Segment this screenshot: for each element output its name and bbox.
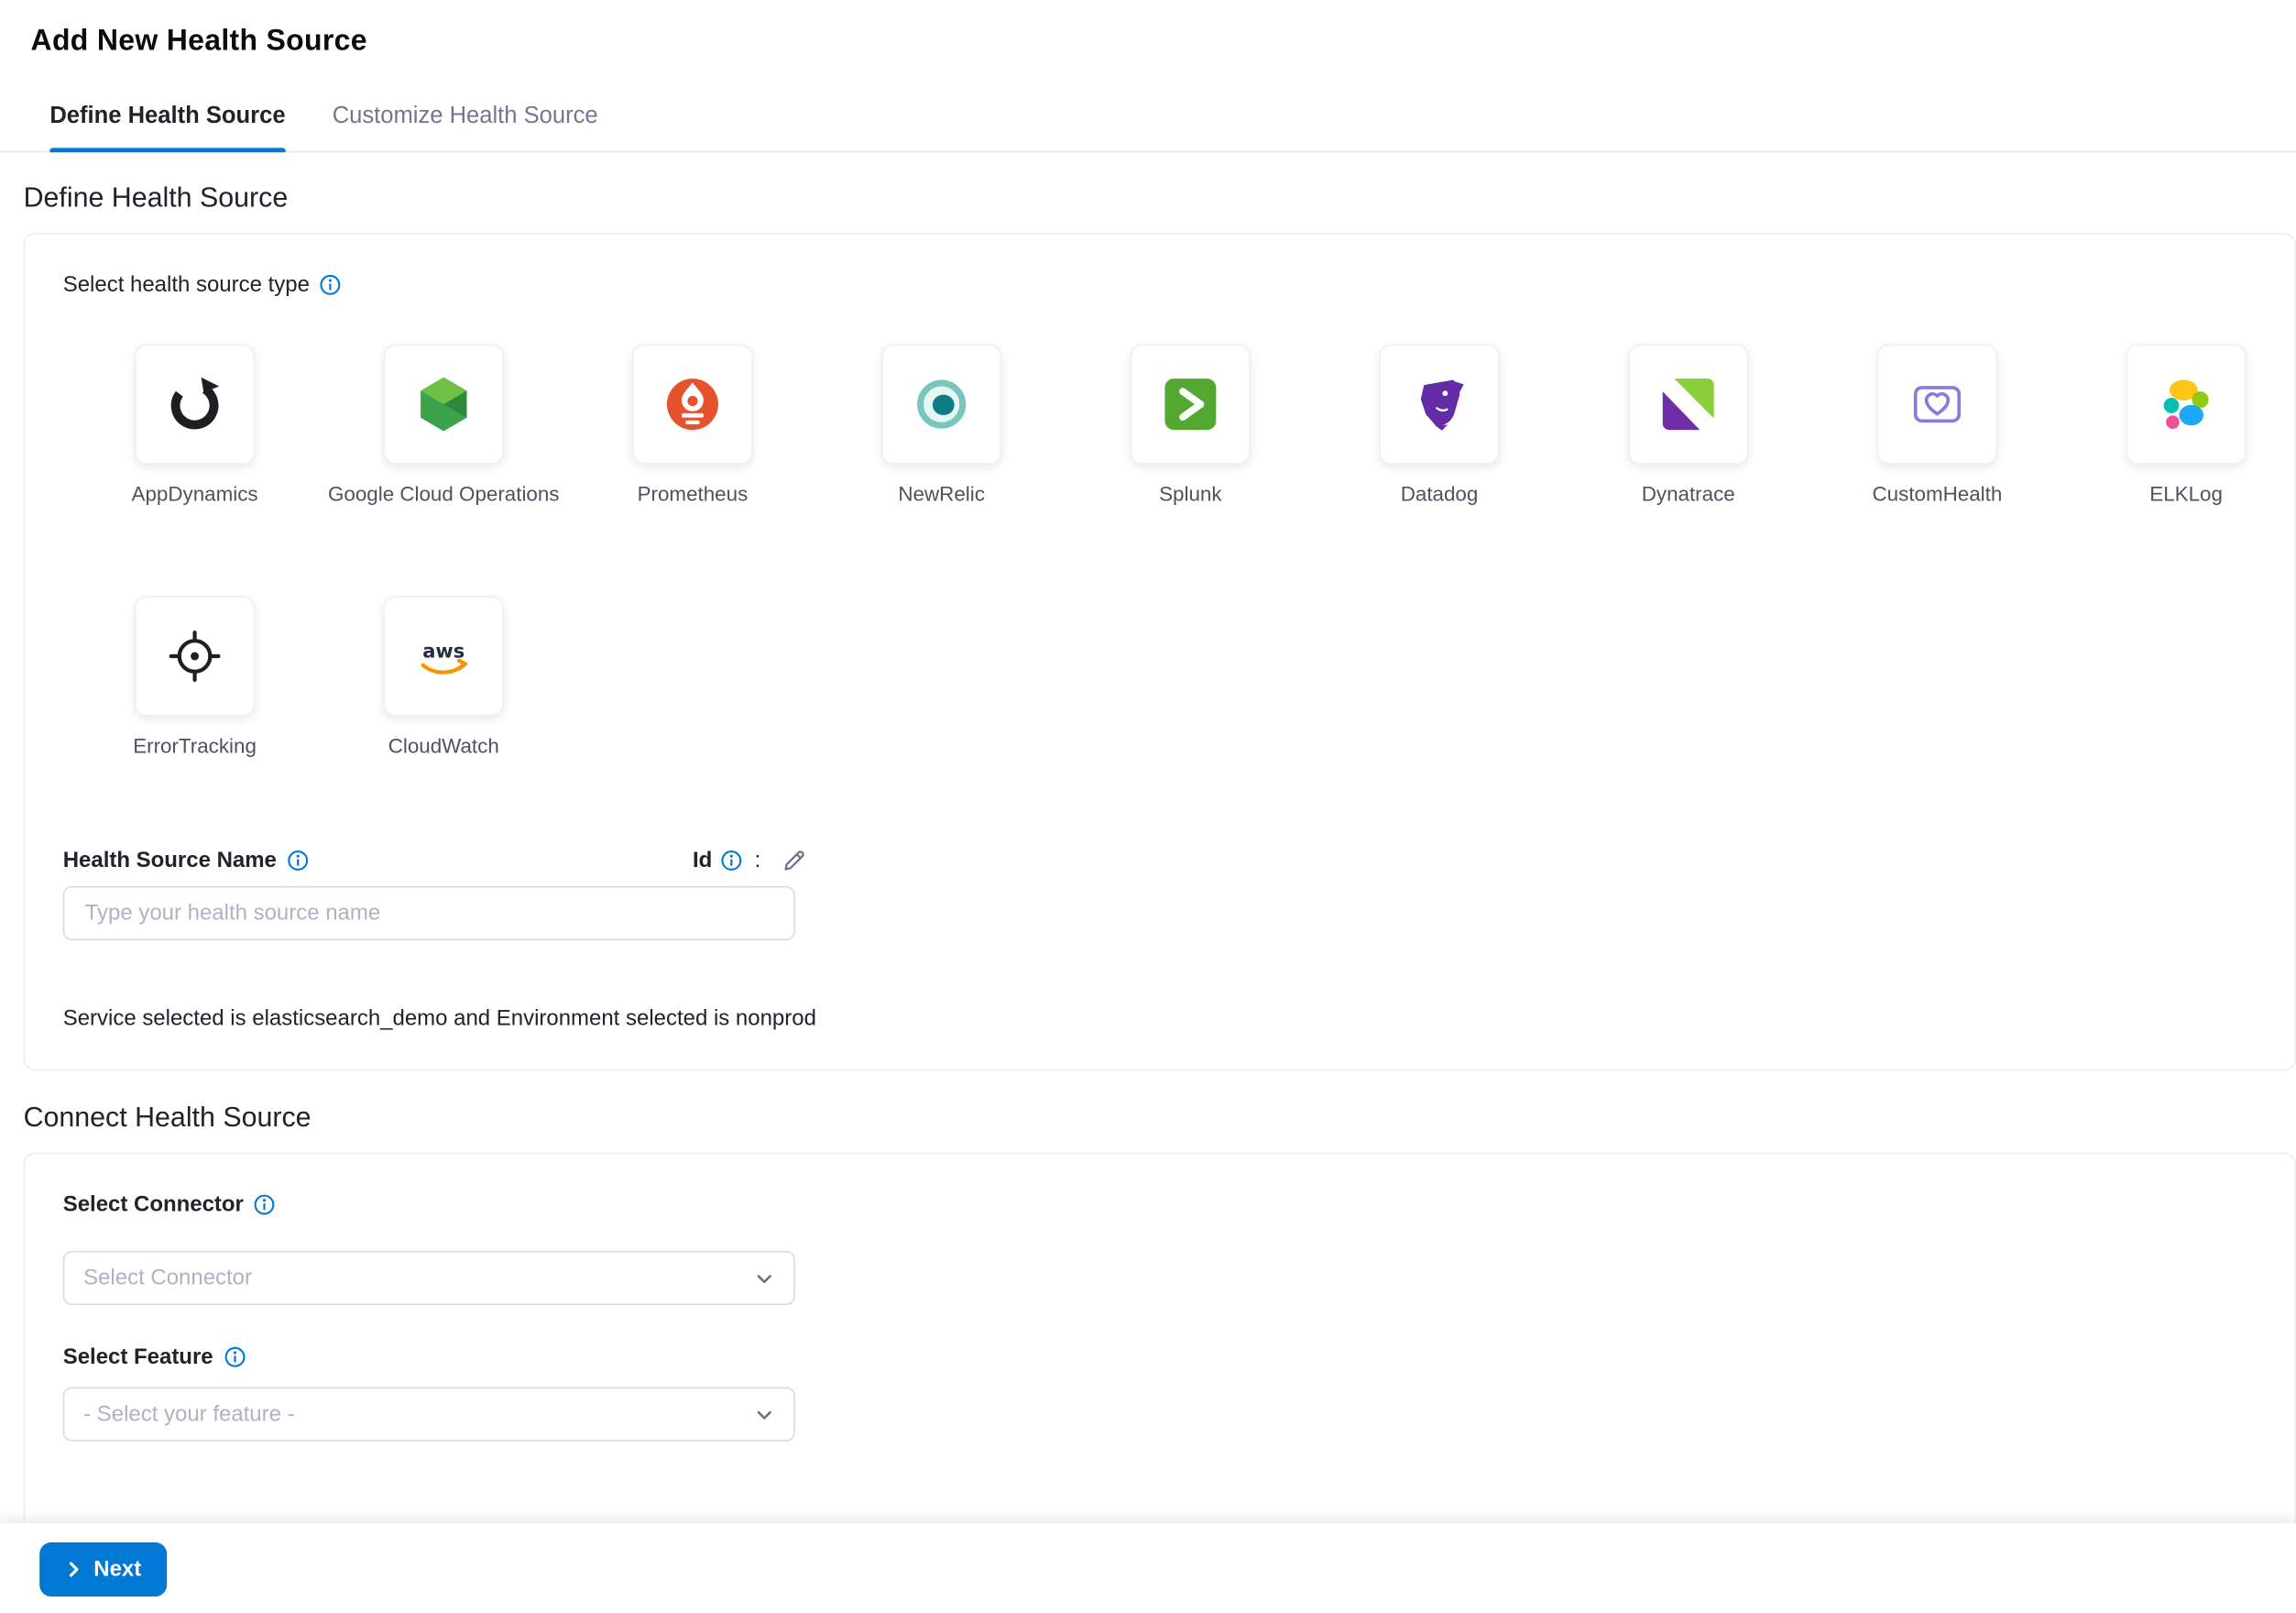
info-icon[interactable] — [224, 1346, 246, 1368]
cloudwatch-card[interactable]: aws — [384, 596, 504, 716]
prometheus-icon — [661, 374, 723, 435]
page-header: Add New Health Source — [0, 0, 2296, 82]
svg-text:aws: aws — [422, 640, 465, 662]
footer-bar: Next — [0, 1523, 2296, 1612]
source-item-customhealth: CustomHealth — [1813, 345, 2062, 506]
appdynamics-card[interactable] — [135, 345, 255, 465]
pencil-icon — [782, 848, 806, 872]
dynatrace-icon — [1657, 374, 1719, 435]
prometheus-card[interactable] — [632, 345, 752, 465]
customhealth-card[interactable] — [1877, 345, 1997, 465]
source-label: Dynatrace — [1642, 482, 1735, 506]
dynatrace-card[interactable] — [1628, 345, 1748, 465]
info-icon[interactable] — [254, 1194, 276, 1216]
newrelic-icon — [911, 374, 972, 435]
source-item-newrelic: NewRelic — [817, 345, 1066, 506]
source-item-datadog: Datadog — [1315, 345, 1564, 506]
tab-bar: Define Health Source Customize Health So… — [0, 82, 2296, 152]
info-icon[interactable] — [287, 849, 309, 871]
info-icon[interactable] — [721, 849, 743, 871]
id-group: Id : — [693, 848, 806, 872]
info-icon[interactable] — [320, 274, 342, 296]
page-title: Add New Health Source — [31, 24, 367, 58]
connector-select-value: Select Connector — [83, 1266, 252, 1290]
service-environment-text: Service selected is elasticsearch_demo a… — [63, 1006, 2257, 1031]
source-label: Datadog — [1401, 482, 1479, 506]
health-source-name-input[interactable] — [63, 886, 795, 940]
edit-id-button[interactable] — [782, 848, 806, 872]
source-item-prometheus: Prometheus — [568, 345, 817, 506]
select-connector-label: Select Connector — [63, 1192, 244, 1217]
errortracking-card[interactable] — [135, 596, 255, 716]
datadog-icon — [1408, 374, 1470, 435]
health-source-name-label-group: Health Source Name — [63, 848, 693, 872]
source-item-dynatrace: Dynatrace — [1564, 345, 1813, 506]
id-label: Id — [693, 848, 712, 872]
chevron-down-icon — [754, 1404, 774, 1424]
health-source-name-row: Health Source Name Id : — [63, 845, 2257, 874]
id-colon: : — [755, 848, 761, 872]
source-item-errortracking: ErrorTracking — [71, 596, 320, 757]
google-cloud-operations-icon — [413, 374, 475, 435]
main-content: Define Health Source Select health sourc… — [0, 183, 2296, 1577]
splunk-icon — [1160, 374, 1221, 435]
elklog-icon — [2156, 374, 2217, 435]
google-cloud-operations-card[interactable] — [384, 345, 504, 465]
tab-customize-health-source[interactable]: Customize Health Source — [333, 82, 598, 150]
connect-section-heading: Connect Health Source — [24, 1103, 2296, 1135]
appdynamics-icon — [164, 374, 225, 435]
chevron-right-icon — [64, 1560, 83, 1579]
elklog-card[interactable] — [2127, 345, 2247, 465]
health-source-name-label: Health Source Name — [63, 848, 277, 872]
select-type-label: Select health source type — [63, 272, 310, 297]
source-item-google-cloud-operations: Google Cloud Operations — [319, 345, 568, 506]
select-connector-label-row: Select Connector — [63, 1192, 2257, 1217]
source-item-cloudwatch: aws CloudWatch — [319, 596, 568, 757]
tab-label: Define Health Source — [49, 104, 285, 130]
customhealth-icon — [1907, 374, 1968, 435]
source-label: CloudWatch — [388, 734, 499, 758]
tab-label: Customize Health Source — [333, 104, 598, 130]
splunk-card[interactable] — [1131, 345, 1251, 465]
define-section-heading: Define Health Source — [24, 183, 2296, 215]
source-type-grid: AppDynamics Google Cloud Operations Prom… — [71, 345, 2296, 758]
source-item-splunk: Splunk — [1066, 345, 1315, 506]
source-label: Google Cloud Operations — [328, 482, 560, 506]
source-item-appdynamics: AppDynamics — [71, 345, 320, 506]
define-health-source-panel: Select health source type AppDynamics — [24, 233, 2296, 1070]
connect-health-source-panel: Select Connector Select Connector Select… — [24, 1153, 2296, 1577]
source-label: Prometheus — [638, 482, 749, 506]
datadog-card[interactable] — [1380, 345, 1500, 465]
source-label: CustomHealth — [1873, 482, 2003, 506]
feature-select[interactable]: - Select your feature - — [63, 1387, 795, 1441]
source-item-elklog: ELKLog — [2061, 345, 2296, 506]
connector-select[interactable]: Select Connector — [63, 1251, 795, 1305]
select-feature-label-row: Select Feature — [63, 1344, 2257, 1369]
source-label: Splunk — [1159, 482, 1221, 506]
newrelic-card[interactable] — [881, 345, 1001, 465]
errortracking-icon — [164, 625, 225, 686]
next-button[interactable]: Next — [39, 1542, 166, 1597]
source-label: ELKLog — [2149, 482, 2223, 506]
source-label: ErrorTracking — [133, 734, 257, 758]
next-button-label: Next — [93, 1557, 141, 1582]
select-type-label-row: Select health source type — [63, 272, 2257, 297]
source-label: NewRelic — [898, 482, 984, 506]
feature-select-value: - Select your feature - — [83, 1401, 295, 1426]
select-feature-label: Select Feature — [63, 1344, 213, 1369]
tab-define-health-source[interactable]: Define Health Source — [49, 82, 285, 150]
cloudwatch-icon: aws — [413, 625, 475, 686]
source-label: AppDynamics — [132, 482, 258, 506]
chevron-down-icon — [754, 1267, 774, 1288]
